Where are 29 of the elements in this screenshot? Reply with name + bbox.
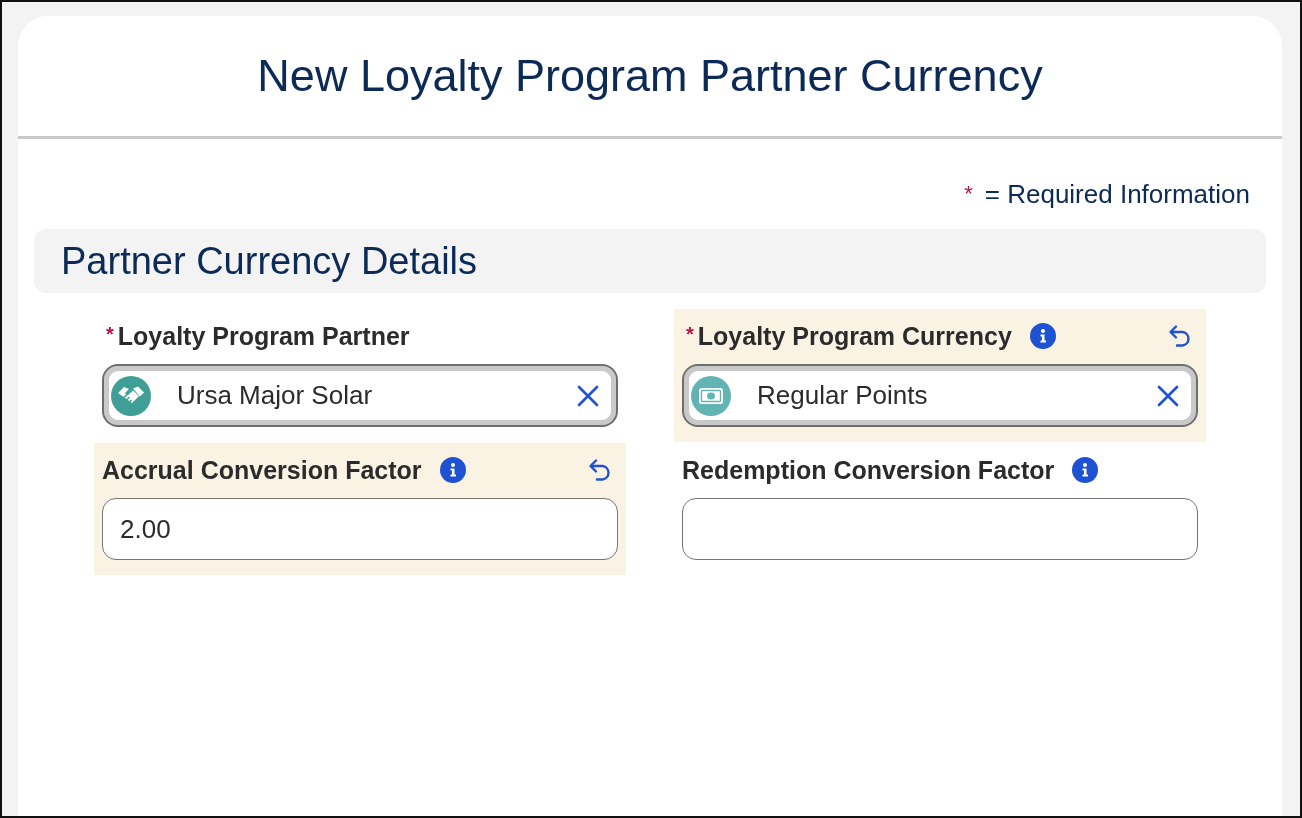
close-icon [577,384,599,407]
modal-title: New Loyalty Program Partner Currency [257,50,1043,102]
undo-button[interactable] [588,458,612,482]
undo-icon [1168,324,1192,348]
lookup-field[interactable]: Ursa Major Solar [102,364,618,427]
close-icon [1157,384,1179,407]
field-label: Accrual Conversion Factor [102,455,422,485]
required-asterisk: * [964,181,973,207]
section-title: Partner Currency Details [61,239,478,283]
input-field[interactable] [682,498,1198,560]
required-asterisk: * [106,322,114,344]
lookup-field[interactable]: Regular Points [682,364,1198,427]
info-icon[interactable] [439,457,466,483]
lookup-value: Regular Points [757,380,928,411]
required-legend-text: = Required Information [984,179,1250,209]
lookup-value: Ursa Major Solar [177,380,373,411]
field-label: Redemption Conversion Factor [682,455,1055,485]
field-label: Loyalty Program Currency [697,321,1012,351]
info-icon[interactable] [1029,323,1056,349]
undo-button[interactable] [1168,324,1192,348]
banknote-icon [691,375,731,416]
input-field[interactable]: 2.00 [102,498,618,560]
clear-button[interactable] [577,384,599,407]
clear-button[interactable] [1157,384,1179,407]
handshake-icon [111,375,151,416]
undo-icon [588,458,612,482]
field-label: Loyalty Program Partner [117,321,410,351]
info-icon[interactable] [1072,457,1099,483]
required-asterisk: * [686,322,694,344]
